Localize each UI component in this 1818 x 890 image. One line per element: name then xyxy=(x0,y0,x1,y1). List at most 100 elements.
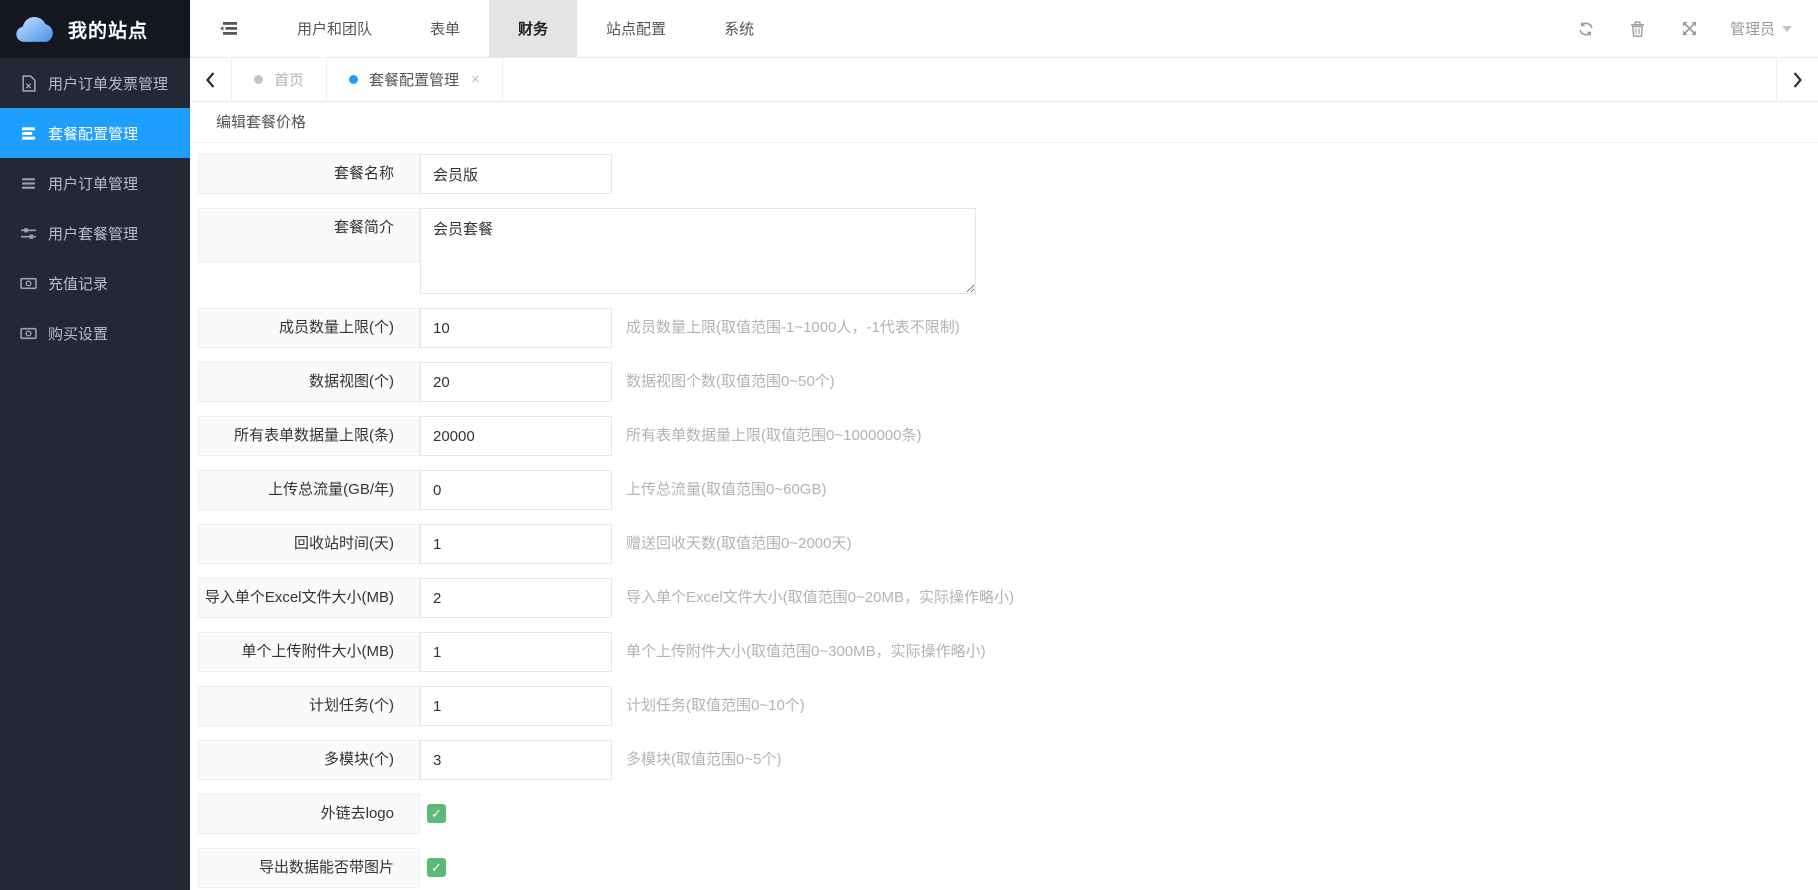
form-row: 套餐简介 会员套餐 xyxy=(198,208,1818,294)
field-label: 导出数据能否带图片 xyxy=(198,848,420,888)
field-hint: 单个上传附件大小(取值范围0~300MB，实际操作略小) xyxy=(626,643,986,660)
package-desc-textarea[interactable]: 会员套餐 xyxy=(420,208,976,294)
sidebar-item-user-order-invoice[interactable]: 用户订单发票管理 xyxy=(0,58,190,108)
form-row: 外链去logo ✓ xyxy=(198,794,1818,834)
upload-traffic-input[interactable] xyxy=(420,470,612,510)
sidebar-item-label: 充值记录 xyxy=(48,275,109,293)
field-hint: 导入单个Excel文件大小(取值范围0~20MB，实际操作略小) xyxy=(626,589,1014,606)
close-icon[interactable]: × xyxy=(471,71,480,88)
sidebar-item-label: 用户套餐管理 xyxy=(48,225,139,243)
sliders-icon xyxy=(20,225,37,242)
package-name-input[interactable] xyxy=(420,154,612,194)
nav-system[interactable]: 系统 xyxy=(695,0,783,57)
tab-dot-icon xyxy=(254,75,263,84)
form-row: 回收站时间(天) 赠送回收天数(取值范围0~2000天) xyxy=(198,524,1818,564)
sidebar-item-label: 购买设置 xyxy=(48,325,109,343)
header-actions: 管理员 xyxy=(1560,0,1818,57)
scheduled-tasks-input[interactable] xyxy=(420,686,612,726)
content: 编辑套餐价格 套餐名称 套餐简介 会员套餐 成员数量上限(个) 成员数量上限(取… xyxy=(190,102,1818,888)
field-hint: 计划任务(取值范围0~10个) xyxy=(626,697,805,714)
data-view-input[interactable] xyxy=(420,362,612,402)
sidebar-item-user-orders[interactable]: 用户订单管理 xyxy=(0,158,190,208)
trash-icon[interactable] xyxy=(1612,21,1664,37)
field-hint: 所有表单数据量上限(取值范围0~1000000条) xyxy=(626,427,922,444)
refresh-icon[interactable] xyxy=(1560,21,1612,37)
tabs-scroll-right-icon[interactable] xyxy=(1776,58,1818,101)
sidebar-item-label: 用户订单发票管理 xyxy=(48,75,169,93)
invoice-file-icon xyxy=(20,74,37,92)
field-label: 上传总流量(GB/年) xyxy=(198,470,420,510)
export-with-images-checkbox[interactable]: ✓ xyxy=(427,858,446,877)
multi-module-input[interactable] xyxy=(420,740,612,780)
field-label: 套餐名称 xyxy=(198,154,420,194)
fullscreen-icon[interactable] xyxy=(1664,21,1716,36)
top-nav: 用户和团队 表单 财务 站点配置 系统 xyxy=(268,0,783,57)
field-label: 导入单个Excel文件大小(MB) xyxy=(198,578,420,618)
member-limit-input[interactable] xyxy=(420,308,612,348)
form-row: 导入单个Excel文件大小(MB) 导入单个Excel文件大小(取值范围0~20… xyxy=(198,578,1818,618)
package-form: 套餐名称 套餐简介 会员套餐 成员数量上限(个) 成员数量上限(取值范围-1~1… xyxy=(190,143,1818,888)
nav-forms[interactable]: 表单 xyxy=(401,0,489,57)
app-window: 我的站点 用户订单发票管理 套餐配置管理 用户订单管理 用户套餐管理 充值记录 … xyxy=(0,0,1818,890)
tab-package-config[interactable]: 套餐配置管理 × xyxy=(327,58,503,101)
caret-down-icon xyxy=(1782,25,1792,32)
order-list-icon xyxy=(20,175,37,192)
sidebar-item-label: 用户订单管理 xyxy=(48,175,139,193)
field-label: 成员数量上限(个) xyxy=(198,308,420,348)
field-label: 计划任务(个) xyxy=(198,686,420,726)
form-row: 成员数量上限(个) 成员数量上限(取值范围-1~1000人，-1代表不限制) xyxy=(198,308,1818,348)
form-row: 套餐名称 xyxy=(198,154,1818,194)
sidebar-menu: 用户订单发票管理 套餐配置管理 用户订单管理 用户套餐管理 充值记录 购买设置 xyxy=(0,58,190,358)
form-row: 计划任务(个) 计划任务(取值范围0~10个) xyxy=(198,686,1818,726)
site-logo[interactable]: 我的站点 xyxy=(0,0,190,58)
field-label: 单个上传附件大小(MB) xyxy=(198,632,420,672)
sidebar: 我的站点 用户订单发票管理 套餐配置管理 用户订单管理 用户套餐管理 充值记录 … xyxy=(0,0,190,890)
main-area: 用户和团队 表单 财务 站点配置 系统 管理员 首页 套餐配置管理 × 编辑套餐… xyxy=(190,0,1818,890)
nav-finance[interactable]: 财务 xyxy=(489,0,578,57)
form-row: 上传总流量(GB/年) 上传总流量(取值范围0~60GB) xyxy=(198,470,1818,510)
field-label: 多模块(个) xyxy=(198,740,420,780)
field-hint: 成员数量上限(取值范围-1~1000人，-1代表不限制) xyxy=(626,319,960,336)
attachment-size-input[interactable] xyxy=(420,632,612,672)
field-hint: 数据视图个数(取值范围0~50个) xyxy=(626,373,835,390)
top-header: 用户和团队 表单 财务 站点配置 系统 管理员 xyxy=(190,0,1818,58)
sidebar-item-label: 套餐配置管理 xyxy=(48,125,139,143)
form-row: 单个上传附件大小(MB) 单个上传附件大小(取值范围0~300MB，实际操作略小… xyxy=(198,632,1818,672)
field-hint: 赠送回收天数(取值范围0~2000天) xyxy=(626,535,852,552)
menu-fold-icon[interactable] xyxy=(190,0,268,57)
nav-users-teams[interactable]: 用户和团队 xyxy=(268,0,401,57)
form-row: 导出数据能否带图片 ✓ xyxy=(198,848,1818,888)
admin-dropdown[interactable]: 管理员 xyxy=(1730,18,1792,39)
page-title: 编辑套餐价格 xyxy=(190,102,1818,143)
sidebar-item-recharge-records[interactable]: 充值记录 xyxy=(0,258,190,308)
tab-label: 首页 xyxy=(274,72,305,89)
cloud-logo-icon xyxy=(14,15,56,44)
tab-bar: 首页 套餐配置管理 × xyxy=(190,58,1818,102)
field-label: 数据视图(个) xyxy=(198,362,420,402)
sidebar-item-package-config[interactable]: 套餐配置管理 xyxy=(0,108,190,158)
sidebar-item-user-packages[interactable]: 用户套餐管理 xyxy=(0,208,190,258)
form-row: 所有表单数据量上限(条) 所有表单数据量上限(取值范围0~1000000条) xyxy=(198,416,1818,456)
form-row: 数据视图(个) 数据视图个数(取值范围0~50个) xyxy=(198,362,1818,402)
excel-size-input[interactable] xyxy=(420,578,612,618)
field-hint: 上传总流量(取值范围0~60GB) xyxy=(626,481,827,498)
tab-home[interactable]: 首页 xyxy=(232,58,328,101)
recycle-days-input[interactable] xyxy=(420,524,612,564)
banknote-icon xyxy=(20,325,37,342)
banknote-icon xyxy=(20,275,37,292)
tabs-scroll-left-icon[interactable] xyxy=(190,58,232,101)
field-hint: 多模块(取值范围0~5个) xyxy=(626,751,782,768)
admin-label: 管理员 xyxy=(1729,21,1775,38)
tab-dot-icon xyxy=(349,75,359,84)
sidebar-item-purchase-settings[interactable]: 购买设置 xyxy=(0,308,190,358)
field-label: 所有表单数据量上限(条) xyxy=(198,416,420,456)
remove-logo-checkbox[interactable]: ✓ xyxy=(427,804,446,823)
field-label: 回收站时间(天) xyxy=(198,524,420,564)
field-label: 外链去logo xyxy=(198,794,420,834)
tab-label: 套餐配置管理 xyxy=(369,72,460,89)
site-title: 我的站点 xyxy=(68,20,149,42)
package-list-icon xyxy=(20,125,37,142)
field-label: 套餐简介 xyxy=(198,208,420,262)
form-data-limit-input[interactable] xyxy=(420,416,612,456)
nav-site-config[interactable]: 站点配置 xyxy=(577,0,695,57)
